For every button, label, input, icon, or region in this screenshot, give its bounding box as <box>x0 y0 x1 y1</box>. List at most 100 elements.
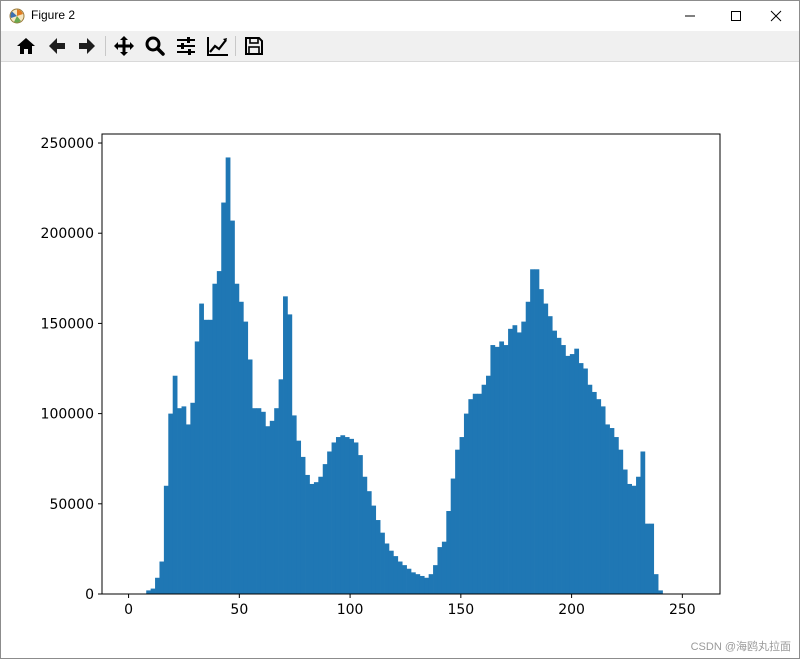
histogram-bar <box>411 572 416 594</box>
line-chart-icon <box>207 37 228 56</box>
histogram-bar <box>146 590 151 594</box>
histogram-bar <box>349 438 354 594</box>
histogram-bar <box>433 565 438 594</box>
histogram-bar <box>534 269 540 594</box>
pan-button[interactable] <box>111 34 137 58</box>
close-button[interactable] <box>753 1 799 31</box>
histogram-bar <box>644 523 650 594</box>
histogram-bar <box>185 424 191 594</box>
forward-button[interactable] <box>74 34 100 58</box>
minimize-icon <box>685 15 695 17</box>
histogram-bar <box>587 384 593 594</box>
minimize-button[interactable] <box>667 1 713 31</box>
histogram-bar <box>234 283 240 594</box>
histogram-bar <box>459 437 465 594</box>
histogram-bar <box>552 330 557 594</box>
histogram-bar <box>296 440 302 594</box>
save-icon <box>245 37 263 55</box>
arrow-left-icon <box>49 38 65 54</box>
histogram-bar <box>278 379 284 594</box>
close-icon <box>770 10 782 22</box>
histogram-bar <box>393 556 399 594</box>
histogram-bar <box>181 406 187 594</box>
histogram-bar <box>494 346 500 594</box>
histogram-bar <box>322 464 328 594</box>
histogram-bar <box>208 319 213 594</box>
histogram-bar <box>397 561 403 594</box>
matplotlib-app-icon <box>9 8 25 24</box>
maximize-icon <box>731 11 741 21</box>
histogram-bar <box>477 393 482 594</box>
configure-subplots-button[interactable] <box>173 34 199 58</box>
histogram-bar <box>172 375 178 594</box>
home-button[interactable] <box>13 34 39 58</box>
save-button[interactable] <box>241 34 267 58</box>
histogram-bar <box>486 375 491 594</box>
histogram-bar <box>212 283 218 594</box>
histogram-bar <box>287 314 293 594</box>
histogram-bar <box>371 505 377 594</box>
histogram-bar <box>441 541 447 594</box>
histogram-bar <box>561 345 566 594</box>
histogram-bar <box>362 476 368 594</box>
histogram-bar <box>530 269 535 594</box>
histogram-bar <box>327 451 332 594</box>
histogram-bar <box>415 574 421 594</box>
histogram-bar <box>256 408 262 594</box>
histogram-bar <box>155 577 160 594</box>
toolbar-separator <box>105 36 106 56</box>
histogram-bar <box>569 354 575 594</box>
histogram-bar <box>499 341 505 594</box>
histogram-bar <box>516 332 522 594</box>
histogram-bar <box>238 301 244 594</box>
histogram-bar <box>658 590 663 594</box>
histogram-bar <box>384 543 390 594</box>
arrow-right-icon <box>79 38 95 54</box>
zoom-button[interactable] <box>142 34 168 58</box>
back-button[interactable] <box>44 34 70 58</box>
histogram-bar <box>613 437 619 594</box>
histogram-bar <box>221 202 227 595</box>
y-tick-label: 150000 <box>41 316 94 332</box>
histogram-bar <box>636 476 641 594</box>
histogram-bar <box>574 348 580 594</box>
histogram-bar <box>640 451 646 594</box>
histogram-bar <box>168 413 174 594</box>
histogram-bar <box>159 561 165 594</box>
histogram-bar <box>512 325 518 594</box>
histogram-bar <box>230 220 235 594</box>
histogram-bar <box>265 426 271 594</box>
toolbar-separator <box>235 36 236 56</box>
histogram-bar <box>419 575 425 594</box>
navigation-toolbar <box>1 31 799 62</box>
histogram-bar <box>622 469 628 594</box>
watermark-text: CSDN @海鸥丸拉面 <box>690 641 791 653</box>
histogram-bar <box>269 420 275 594</box>
histogram-bar <box>463 413 469 594</box>
histogram-bar <box>353 442 359 594</box>
x-tick-label: 50 <box>230 602 248 618</box>
histogram-bar <box>627 483 632 594</box>
home-icon <box>17 38 35 54</box>
histogram-bar <box>525 301 531 594</box>
histogram-bar <box>366 491 372 594</box>
move-icon <box>114 36 134 56</box>
sliders-icon <box>177 37 195 55</box>
y-tick-label: 200000 <box>41 226 94 242</box>
histogram-bar <box>243 321 249 594</box>
y-tick-label: 50000 <box>49 497 94 513</box>
histogram-bar <box>406 568 412 594</box>
figure-canvas[interactable]: 0 50 100 150 200 250 0 50000 100000 150000 200000 2… <box>1 62 799 658</box>
edit-axis-button[interactable] <box>205 34 231 58</box>
histogram-bar <box>194 341 200 594</box>
histogram-bar <box>481 384 487 594</box>
histogram-bar <box>247 359 253 594</box>
histogram-bar <box>305 474 310 594</box>
histogram-bar <box>600 406 606 594</box>
histogram-bar <box>649 523 655 594</box>
histogram-bar <box>260 411 266 594</box>
histogram-bar <box>388 550 394 594</box>
histogram-bar <box>653 574 659 594</box>
histogram-bar <box>538 289 544 594</box>
histogram-bar <box>490 345 496 594</box>
